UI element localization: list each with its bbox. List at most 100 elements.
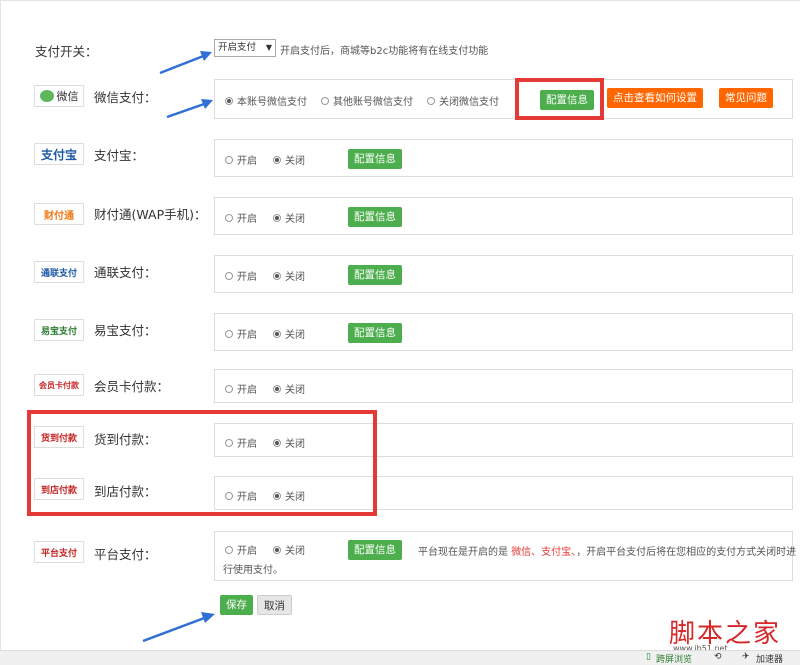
wechat-own-account-radio[interactable]: 本账号微信支付 bbox=[225, 93, 307, 108]
platform-off-radio[interactable]: 关闭 bbox=[273, 542, 305, 557]
save-button[interactable]: 保存 bbox=[220, 595, 253, 615]
radio-dot bbox=[273, 155, 281, 164]
wechat-faq-button[interactable]: 常见问题 bbox=[719, 88, 773, 108]
radio-label: 关闭 bbox=[285, 272, 305, 283]
yeepay-off-radio[interactable]: 关闭 bbox=[273, 326, 305, 341]
unionpay-options-box: 开启 关闭 配置信息 bbox=[214, 255, 793, 293]
status-bar: ▯ 跨屏浏览 ⟲ ✈ 加速器 bbox=[0, 650, 800, 665]
member-card-logo: 会员卡付款 bbox=[34, 374, 84, 396]
radio-label: 关闭 bbox=[285, 214, 305, 225]
platform-on-radio[interactable]: 开启 bbox=[225, 542, 257, 557]
tenpay-label: 财付通(WAP手机)： bbox=[94, 207, 207, 222]
wechat-icon bbox=[39, 90, 54, 102]
wechat-label: 微信支付： bbox=[94, 90, 157, 105]
history-icon[interactable]: ⟲ bbox=[714, 652, 722, 662]
radio-label: 其他账号微信支付 bbox=[333, 97, 413, 108]
radio-dot bbox=[225, 329, 233, 338]
radio-label: 开启 bbox=[237, 272, 257, 283]
alipay-off-radio[interactable]: 关闭 bbox=[273, 152, 305, 167]
radio-label: 关闭微信支付 bbox=[439, 97, 499, 108]
unionpay-on-radio[interactable]: 开启 bbox=[225, 268, 257, 283]
radio-dot bbox=[273, 329, 281, 338]
alipay-options-box: 开启 关闭 配置信息 bbox=[214, 139, 793, 177]
tenpay-logo-text: 财付通 bbox=[44, 210, 74, 222]
platform-payment-logo-text: 平台支付 bbox=[40, 548, 77, 559]
radio-label: 本账号微信支付 bbox=[237, 97, 307, 108]
platform-payment-logo: 平台支付 bbox=[34, 541, 84, 563]
unionpay-logo-text: 通联支付 bbox=[40, 268, 77, 279]
tenpay-logo: 财付通 bbox=[34, 203, 84, 225]
highlight-frame bbox=[27, 410, 377, 516]
radio-label: 关闭 bbox=[285, 546, 305, 557]
chevron-down-icon: ▼ bbox=[265, 43, 272, 52]
highlight-frame bbox=[515, 78, 604, 120]
annotation-arrow-icon bbox=[159, 51, 212, 75]
payment-toggle-select[interactable]: 开启支付 ▼ bbox=[214, 39, 276, 57]
radio-dot bbox=[225, 545, 233, 554]
alipay-logo: 支付宝 bbox=[34, 143, 84, 165]
member-card-off-radio[interactable]: 关闭 bbox=[273, 381, 305, 396]
cross-screen-label[interactable]: 跨屏浏览 bbox=[656, 652, 692, 665]
radio-label: 开启 bbox=[237, 385, 257, 396]
accelerator-label[interactable]: 加速器 bbox=[756, 652, 783, 665]
tenpay-on-radio[interactable]: 开启 bbox=[225, 210, 257, 225]
wechat-howto-button[interactable]: 点击查看如何设置 bbox=[607, 88, 703, 108]
alipay-logo-text: 支付宝 bbox=[40, 147, 77, 162]
payment-toggle-hint: 开启支付后，商城等b2c功能将有在线支付功能 bbox=[280, 46, 489, 57]
radio-label: 开启 bbox=[237, 546, 257, 557]
wechat-off-radio[interactable]: 关闭微信支付 bbox=[427, 93, 499, 108]
platform-payment-label: 平台支付： bbox=[94, 547, 157, 562]
payment-settings-panel: 支付开关： 开启支付 ▼ 开启支付后，商城等b2c功能将有在线支付功能 微信 微… bbox=[0, 0, 800, 653]
radio-dot bbox=[273, 271, 281, 280]
wechat-logo: 微信 bbox=[34, 85, 84, 107]
payment-toggle-label: 支付开关： bbox=[35, 44, 98, 59]
radio-dot bbox=[225, 96, 233, 105]
cross-screen-icon[interactable]: ▯ bbox=[646, 652, 651, 662]
member-card-on-radio[interactable]: 开启 bbox=[225, 381, 257, 396]
accelerator-icon[interactable]: ✈ bbox=[742, 652, 750, 662]
radio-label: 关闭 bbox=[285, 156, 305, 167]
yeepay-label: 易宝支付： bbox=[94, 323, 157, 338]
wechat-other-account-radio[interactable]: 其他账号微信支付 bbox=[321, 93, 413, 108]
unionpay-label: 通联支付： bbox=[94, 265, 157, 280]
platform-config-button[interactable]: 配置信息 bbox=[348, 540, 402, 560]
member-card-label: 会员卡付款： bbox=[94, 379, 170, 394]
alipay-on-radio[interactable]: 开启 bbox=[225, 152, 257, 167]
unionpay-logo: 通联支付 bbox=[34, 261, 84, 283]
radio-dot bbox=[273, 213, 281, 222]
radio-dot bbox=[225, 271, 233, 280]
radio-label: 关闭 bbox=[285, 385, 305, 396]
tenpay-config-button[interactable]: 配置信息 bbox=[348, 207, 402, 227]
alipay-label: 支付宝： bbox=[94, 148, 145, 163]
tenpay-options-box: 开启 关闭 配置信息 bbox=[214, 197, 793, 235]
unionpay-config-button[interactable]: 配置信息 bbox=[348, 265, 402, 285]
radio-dot bbox=[427, 96, 435, 105]
platform-note-line2: 行使用支付。 bbox=[223, 565, 283, 576]
wechat-logo-text: 微信 bbox=[56, 90, 79, 103]
member-card-logo-text: 会员卡付款 bbox=[39, 380, 79, 390]
platform-note-text: ，开启平台支付后将在您相应的支付方式关闭时进 bbox=[576, 547, 797, 558]
radio-label: 开启 bbox=[237, 156, 257, 167]
annotation-arrow-icon bbox=[142, 612, 215, 643]
cancel-button[interactable]: 取消 bbox=[257, 595, 292, 615]
yeepay-config-button[interactable]: 配置信息 bbox=[348, 323, 402, 343]
radio-dot bbox=[225, 384, 233, 393]
radio-label: 开启 bbox=[237, 330, 257, 341]
unionpay-off-radio[interactable]: 关闭 bbox=[273, 268, 305, 283]
alipay-config-button[interactable]: 配置信息 bbox=[348, 149, 402, 169]
radio-dot bbox=[225, 213, 233, 222]
wechat-options-box: 本账号微信支付 其他账号微信支付 关闭微信支付 bbox=[214, 79, 793, 119]
platform-note-text: 平台现在是开启的是 bbox=[418, 547, 508, 558]
payment-toggle-value: 开启支付 bbox=[218, 42, 257, 53]
radio-dot bbox=[273, 384, 281, 393]
radio-dot bbox=[321, 96, 329, 105]
member-card-options-box: 开启 关闭 bbox=[214, 369, 793, 403]
yeepay-on-radio[interactable]: 开启 bbox=[225, 326, 257, 341]
radio-label: 开启 bbox=[237, 214, 257, 225]
yeepay-logo-text: 易宝支付 bbox=[40, 326, 77, 337]
radio-dot bbox=[273, 545, 281, 554]
tenpay-off-radio[interactable]: 关闭 bbox=[273, 210, 305, 225]
radio-dot bbox=[225, 155, 233, 164]
radio-label: 关闭 bbox=[285, 330, 305, 341]
platform-payment-options-box: 开启 关闭 配置信息 平台现在是开启的是 微信、支付宝、，开启平台支付后将在您相… bbox=[214, 531, 797, 581]
